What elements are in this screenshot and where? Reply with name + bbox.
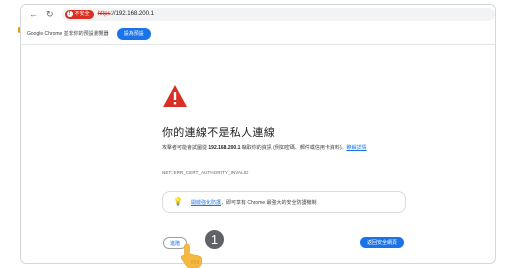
- desc-host: 192.168.200.1: [208, 145, 241, 151]
- address-bar[interactable]: ! 不安全 https://192.168.200.1: [61, 7, 495, 21]
- reload-icon[interactable]: ↻: [46, 9, 54, 19]
- desc-text-end: 竊取你的資訊 (例如密碼、郵件或信用卡資料)。: [240, 145, 347, 151]
- promo-description: ，即可享有 Chrome 最強大的安全防護機制: [220, 199, 317, 206]
- warning-description: 攻擊者可能會試圖從 192.168.200.1 竊取你的資訊 (例如密碼、郵件或…: [162, 144, 422, 153]
- url-scheme: https: [97, 11, 111, 17]
- url-text: https://192.168.200.1: [98, 11, 154, 17]
- lightbulb-icon: 💡: [173, 197, 183, 206]
- step-number-badge: 1: [203, 228, 226, 251]
- back-to-safety-button[interactable]: 返回安全網頁: [360, 237, 404, 248]
- page-title: 你的連線不是私人連線: [162, 127, 275, 139]
- pointing-hand-icon: [180, 243, 202, 268]
- error-code: NET::ERR_CERT_AUTHORITY_INVALID: [162, 170, 249, 175]
- screenshot-stage: ← ↻ ! 不安全 https://192.168.200.1 Google C…: [0, 0, 506, 268]
- learn-more-link[interactable]: 瞭解詳情: [347, 145, 367, 151]
- url-host: ://192.168.200.1: [110, 11, 154, 17]
- default-browser-infobar: Google Chrome 並非你的預設瀏覽器 設為預設: [21, 23, 495, 45]
- infobar-message: Google Chrome 並非你的預設瀏覽器: [27, 31, 109, 37]
- warning-triangle-icon: [163, 85, 187, 107]
- enhanced-protection-link[interactable]: 開啟強化防護: [191, 200, 221, 206]
- not-secure-chip[interactable]: ! 不安全: [64, 9, 94, 19]
- set-default-button[interactable]: 設為預設: [116, 27, 151, 40]
- back-arrow-icon[interactable]: ←: [29, 9, 38, 19]
- desc-text-start: 攻擊者可能會試圖從: [162, 145, 209, 151]
- browser-toolbar: ← ↻ ! 不安全 https://192.168.200.1: [21, 5, 495, 23]
- not-secure-label: 不安全: [74, 10, 90, 17]
- alert-circle-icon: !: [66, 11, 73, 17]
- enhanced-protection-promo: 💡 開啟強化防護，即可享有 Chrome 最強大的安全防護機制: [162, 191, 406, 213]
- promo-text: 開啟強化防護，即可享有 Chrome 最強大的安全防護機制: [191, 199, 317, 206]
